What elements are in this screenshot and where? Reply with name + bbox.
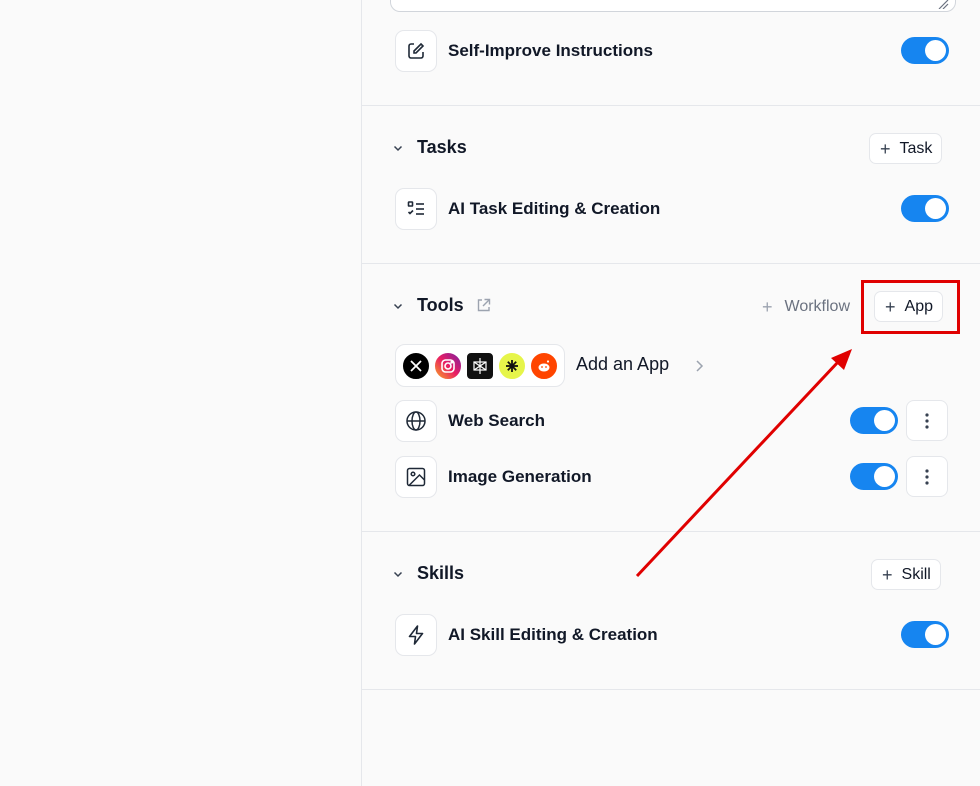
annotation-arrow-icon [635,349,852,578]
